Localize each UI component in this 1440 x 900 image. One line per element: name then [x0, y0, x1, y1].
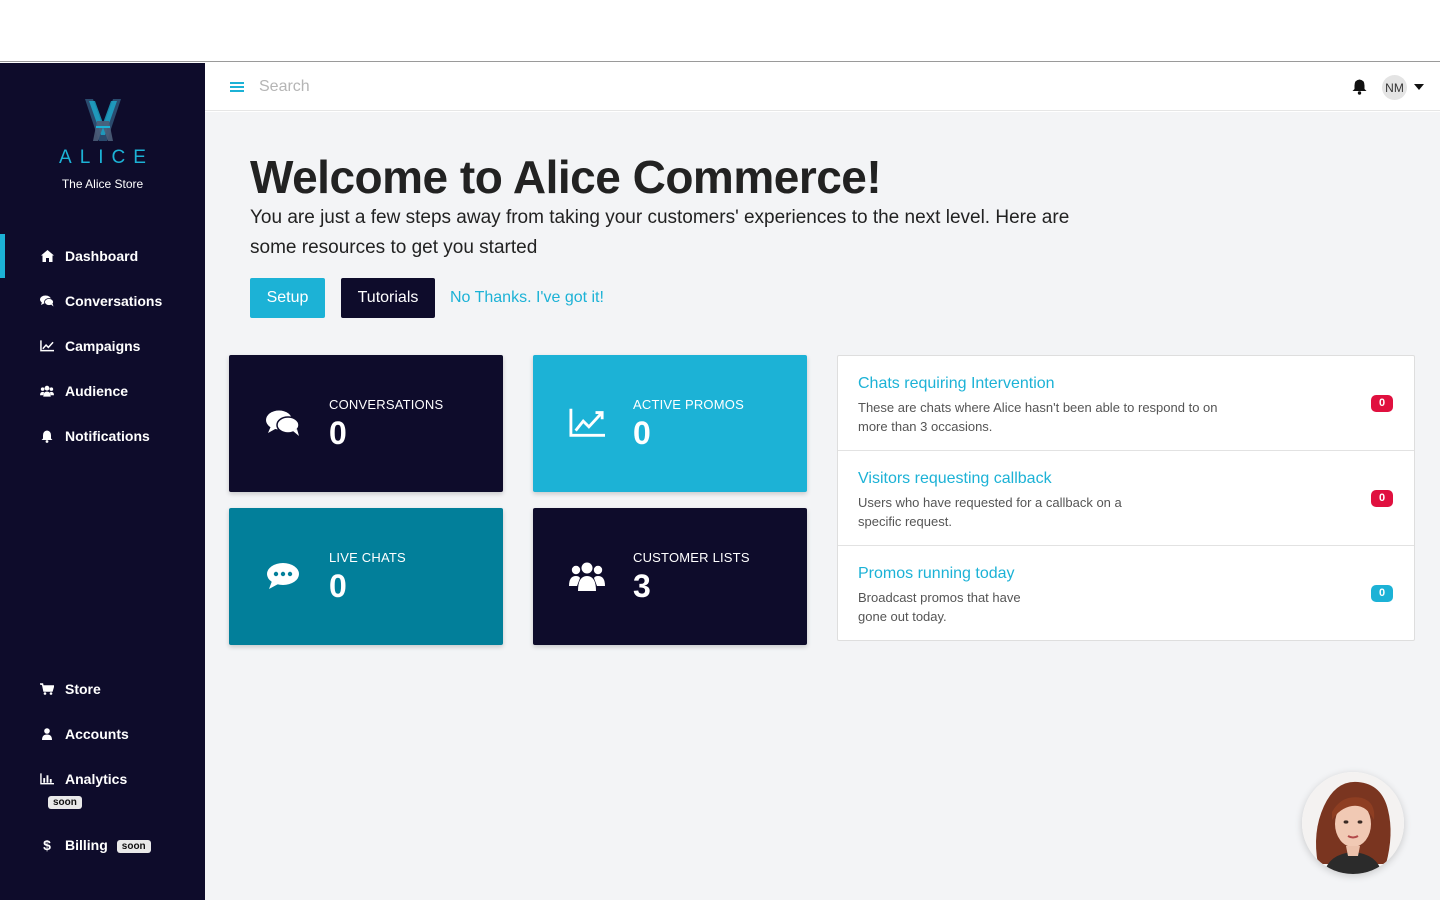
users-icon [569, 560, 605, 592]
sidebar-item-label: Analytics [65, 771, 128, 787]
sidebar-item-dashboard[interactable]: Dashboard [0, 234, 205, 278]
sidebar-item-label: Notifications [65, 428, 150, 444]
promos-today-link[interactable]: Promos running today [858, 565, 1015, 583]
sidebar-item-store[interactable]: Store [0, 667, 205, 711]
user-icon [40, 727, 54, 741]
item-description: Broadcast promos that have gone out toda… [858, 590, 1021, 624]
card-label: ACTIVE PROMOS [633, 397, 744, 412]
card-label: LIVE CHATS [329, 550, 406, 565]
setup-button[interactable]: Setup [250, 278, 325, 318]
card-label: CONVERSATIONS [329, 397, 444, 412]
alerts-panel: Chats requiring Intervention These are c… [837, 355, 1415, 641]
sidebar-item-label: Dashboard [65, 248, 139, 264]
sidebar-item-label: Audience [65, 383, 129, 399]
notification-bell-icon[interactable] [1352, 79, 1368, 95]
sidebar-item-label: Store [65, 681, 101, 697]
top-bar: NM [205, 63, 1440, 111]
dollar-icon: $ [43, 837, 51, 853]
assistant-portrait-icon [1302, 772, 1404, 874]
sidebar-item-accounts[interactable]: Accounts [0, 712, 205, 756]
sidebar-item-label: Campaigns [65, 338, 141, 354]
list-item[interactable]: Visitors requesting callback Users who h… [838, 451, 1414, 546]
card-label: CUSTOMER LISTS [633, 550, 750, 565]
card-value: 3 [633, 568, 651, 604]
search-input[interactable] [259, 76, 659, 98]
card-value: 0 [329, 415, 347, 451]
chevron-down-icon[interactable] [1414, 84, 1424, 90]
dismiss-link[interactable]: No Thanks. I've got it! [450, 289, 604, 307]
sidebar-item-billing[interactable]: $ Billing soon [0, 823, 205, 867]
comments-icon [265, 407, 301, 439]
list-item[interactable]: Chats requiring Intervention These are c… [838, 356, 1414, 451]
line-chart-icon [40, 339, 54, 353]
tutorials-button[interactable]: Tutorials [341, 278, 435, 318]
item-description: These are chats where Alice hasn't been … [858, 400, 1218, 434]
sidebar-item-label: Conversations [65, 293, 163, 309]
conversations-card[interactable]: CONVERSATIONS 0 [229, 355, 503, 492]
brand-name: ALICE [59, 147, 154, 168]
line-chart-icon [569, 407, 605, 439]
sidebar-item-campaigns[interactable]: Campaigns [0, 324, 205, 368]
chats-intervention-link[interactable]: Chats requiring Intervention [858, 375, 1055, 393]
active-promos-card[interactable]: ACTIVE PROMOS 0 [533, 355, 807, 492]
sidebar-item-audience[interactable]: Audience [0, 369, 205, 413]
comments-icon [40, 294, 54, 308]
list-item[interactable]: Promos running today Broadcast promos th… [838, 546, 1414, 641]
store-name: The Alice Store [61, 177, 144, 191]
welcome-subtitle: You are just a few steps away from takin… [250, 207, 1070, 258]
sidebar-item-label: Billing [65, 837, 108, 853]
user-avatar[interactable]: NM [1382, 75, 1407, 100]
soon-badge: soon [116, 840, 151, 853]
sidebar-item-analytics[interactable]: Analytics [0, 757, 205, 801]
cart-icon [40, 682, 54, 696]
callback-requests-link[interactable]: Visitors requesting callback [858, 470, 1052, 488]
count-badge: 0 [1371, 395, 1393, 412]
bell-icon [40, 429, 54, 443]
chat-dots-icon [265, 560, 301, 592]
window-top-strip [0, 0, 1440, 62]
sidebar: ALICE The Alice Store Dashboard Conversa… [0, 63, 205, 900]
sidebar-item-label: Accounts [65, 726, 129, 742]
alice-logo-icon [84, 99, 121, 141]
bar-chart-icon [40, 772, 54, 786]
count-badge: 0 [1371, 585, 1393, 602]
hamburger-menu-icon[interactable] [230, 80, 244, 94]
card-value: 0 [633, 415, 651, 451]
main-content: Welcome to Alice Commerce! You are just … [205, 112, 1440, 900]
users-icon [40, 384, 54, 398]
customer-lists-card[interactable]: CUSTOMER LISTS 3 [533, 508, 807, 645]
sidebar-item-conversations[interactable]: Conversations [0, 279, 205, 323]
home-icon [40, 249, 54, 263]
brand-logo[interactable]: ALICE The Alice Store [0, 97, 205, 191]
live-chats-card[interactable]: LIVE CHATS 0 [229, 508, 503, 645]
item-description: Users who have requested for a callback … [858, 495, 1122, 529]
count-badge: 0 [1371, 490, 1393, 507]
chat-assistant-avatar[interactable] [1302, 772, 1404, 874]
welcome-title: Welcome to Alice Commerce! [250, 151, 882, 203]
card-value: 0 [329, 568, 347, 604]
soon-badge: soon [48, 796, 82, 809]
sidebar-item-notifications[interactable]: Notifications [0, 414, 205, 458]
